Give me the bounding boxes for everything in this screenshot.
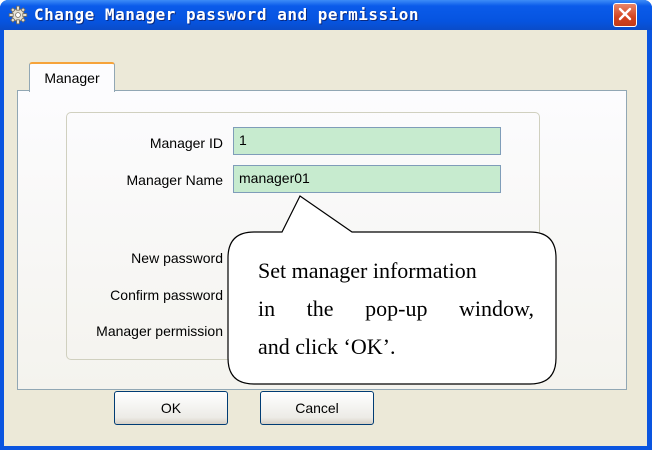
window-title: Change Manager password and permission xyxy=(34,5,420,24)
confirm-password-label: Confirm password xyxy=(110,287,223,303)
new-password-label: New password xyxy=(131,250,223,266)
manager-name-field[interactable]: manager01 xyxy=(233,165,501,193)
callout-line-3: and click ‘OK’. xyxy=(258,334,396,359)
close-icon xyxy=(618,6,632,25)
manager-name-label: Manager Name xyxy=(126,172,224,188)
title-bar[interactable]: Change Manager password and permission xyxy=(0,0,652,30)
close-button[interactable] xyxy=(613,3,637,27)
tab-label: Manager xyxy=(44,70,100,86)
callout-text: Set manager information in the pop-up wi… xyxy=(258,252,534,366)
callout-line-2: in the pop-up window, xyxy=(258,296,534,321)
manager-id-label: Manager ID xyxy=(149,135,223,151)
callout-line-1: Set manager information xyxy=(258,258,477,283)
ok-button[interactable]: OK xyxy=(114,391,228,425)
gear-icon xyxy=(8,5,28,25)
cancel-button[interactable]: Cancel xyxy=(260,391,374,425)
manager-permission-label: Manager permission xyxy=(96,323,223,339)
tab-manager[interactable]: Manager xyxy=(29,62,115,92)
manager-id-field[interactable]: 1 xyxy=(233,127,501,155)
